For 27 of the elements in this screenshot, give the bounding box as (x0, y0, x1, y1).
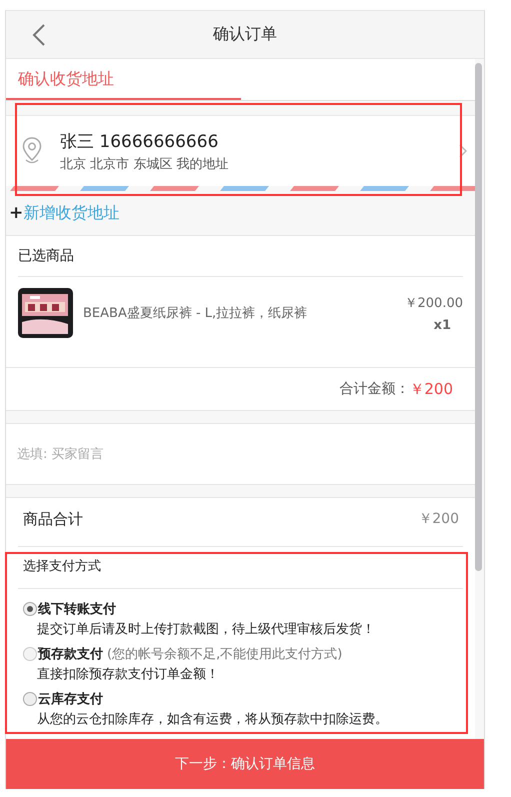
product-price: ￥200.00 (404, 294, 463, 312)
section-title: 选择支付方式 (18, 546, 463, 589)
plus-sign[interactable]: + (9, 203, 24, 223)
payment-option-description: 直接扣除预存款支付订单金额！ (37, 667, 219, 682)
address-detail: 北京 北京市 东城区 我的地址 (60, 156, 228, 172)
payment-option-description: 从您的云仓扣除库存，如含有运费，将从预存款中扣除运费。 (37, 712, 388, 727)
section-title: 已选商品 (18, 236, 463, 277)
scrollbar[interactable] (475, 63, 482, 571)
subtotal-label: 商品合计 (23, 510, 83, 528)
page-title: 确认订单 (213, 24, 277, 45)
payment-option-label: 预存款支付 (38, 646, 103, 662)
radio-button[interactable] (23, 692, 37, 706)
recipient-name-phone: 张三 16666666666 (60, 130, 218, 152)
product-quantity: x1 (434, 318, 451, 332)
location-pin-icon (22, 137, 42, 165)
payment-option-label: 线下转账支付 (38, 600, 116, 618)
total-label: 合计金额： (339, 380, 410, 398)
payment-option-note: (您的帐号余额不足,不能使用此支付方式) (107, 646, 342, 662)
payment-option-description: 提交订单后请及时上传打款截图，待上级代理审核后发货！ (37, 622, 375, 637)
add-address-link[interactable]: 新增收货地址 (23, 202, 120, 224)
chevron-right-icon[interactable] (459, 144, 467, 158)
product-name: BEABA盛夏纸尿裤 - L,拉拉裤，纸尿裤 (83, 305, 308, 322)
subtotal-amount: ￥200 (418, 510, 459, 528)
payment-option-label: 云库存支付 (38, 690, 103, 708)
total-amount: ￥200 (409, 380, 453, 398)
next-step-button[interactable]: 下一步：确认订单信息 (6, 739, 484, 789)
radio-button[interactable] (23, 602, 37, 616)
